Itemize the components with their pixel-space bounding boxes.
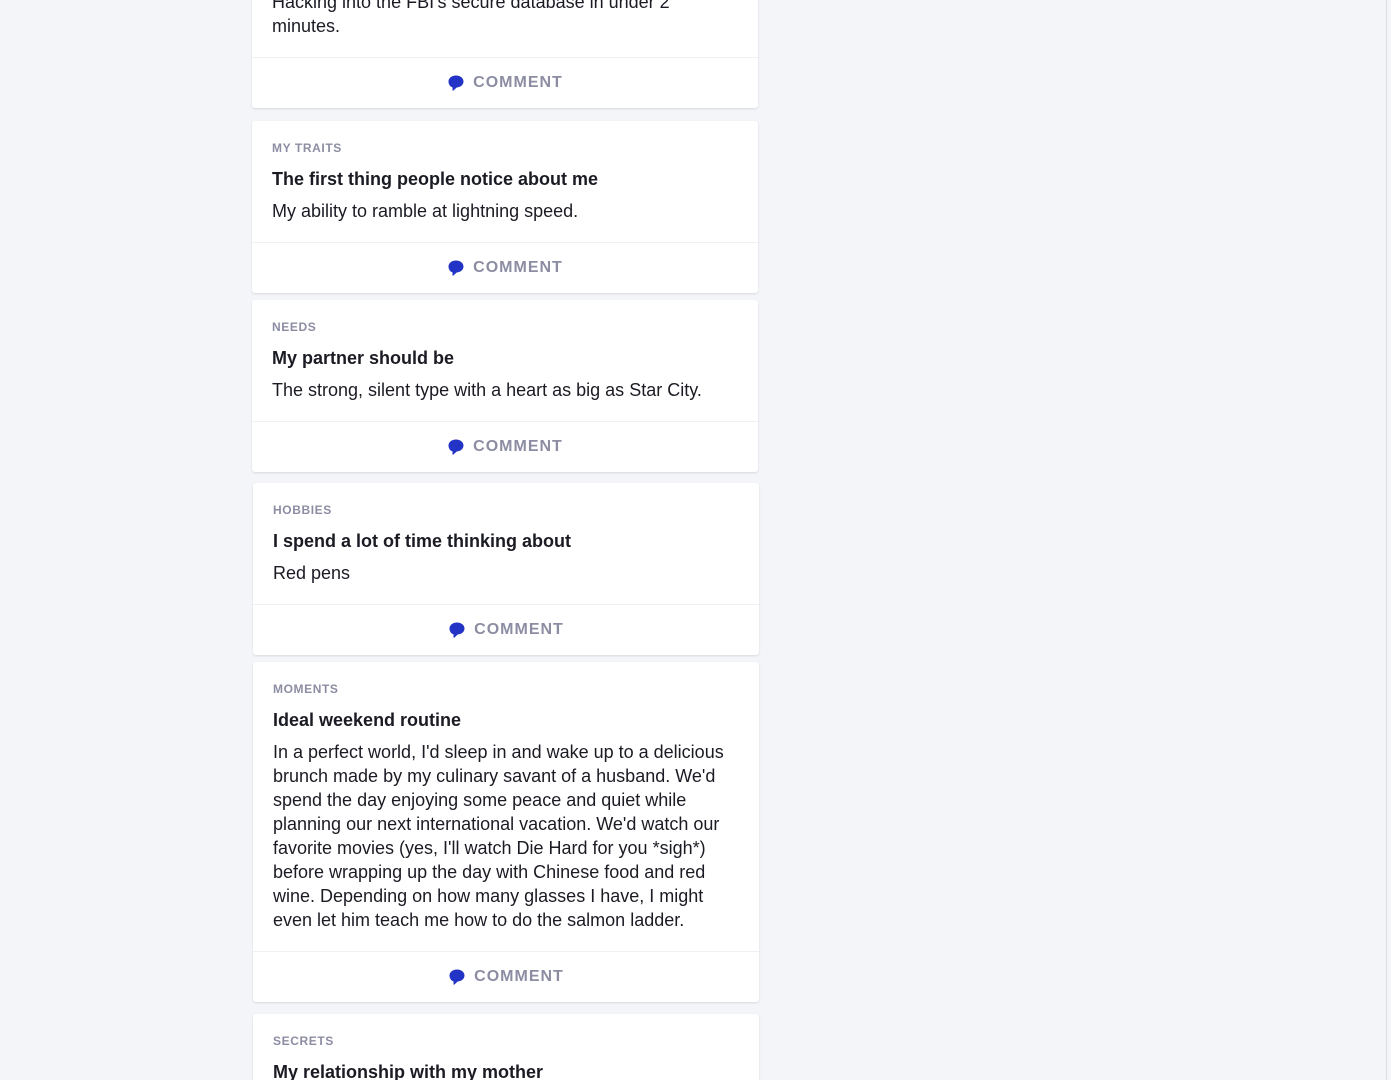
category-label: SECRETS: [273, 1034, 334, 1048]
scrollbar[interactable]: [1386, 0, 1391, 1080]
prompt-heading: Ideal weekend routine: [273, 710, 462, 730]
card-body: MY TRAITS The first thing people notice …: [252, 121, 758, 242]
card-body: HOBBIES I spend a lot of time thinking a…: [253, 483, 759, 604]
comment-label: COMMENT: [474, 968, 564, 985]
profile-answer-card: MY TRAITS The first thing people notice …: [252, 121, 758, 293]
profile-answer-card: Hacking into the FBI's secure database i…: [252, 0, 758, 108]
card-body: NEEDS My partner should be The strong, s…: [252, 300, 758, 421]
card-body: Hacking into the FBI's secure database i…: [252, 0, 758, 57]
answer-text: The strong, silent type with a heart as …: [272, 380, 702, 400]
comment-button[interactable]: COMMENT: [253, 951, 759, 1002]
answer-text: Hacking into the FBI's secure database i…: [272, 0, 670, 36]
category-label: MOMENTS: [273, 682, 339, 696]
answer-text: In a perfect world, I'd sleep in and wak…: [273, 742, 724, 930]
comment-bubble-icon: [449, 622, 465, 638]
category-label: MY TRAITS: [272, 141, 342, 155]
comment-bubble-icon: [448, 439, 464, 455]
prompt-heading: The first thing people notice about me: [272, 169, 599, 189]
prompt-heading: I spend a lot of time thinking about: [273, 531, 571, 551]
card-body: MOMENTS Ideal weekend routine In a perfe…: [253, 662, 759, 951]
category-label: NEEDS: [272, 320, 317, 334]
answer-text: My ability to ramble at lightning speed.: [272, 201, 579, 221]
comment-button[interactable]: COMMENT: [252, 242, 758, 293]
profile-answer-card: SECRETS My relationship with my mother: [253, 1014, 759, 1080]
comment-label: COMMENT: [473, 438, 563, 455]
category-label: HOBBIES: [273, 503, 332, 517]
comment-bubble-icon: [448, 75, 464, 91]
comment-label: COMMENT: [473, 74, 563, 91]
answer-text: Red pens: [273, 563, 351, 583]
comment-button[interactable]: COMMENT: [252, 57, 758, 108]
comment-button[interactable]: COMMENT: [253, 604, 759, 655]
prompt-heading: My partner should be: [272, 348, 455, 368]
comment-label: COMMENT: [473, 259, 563, 276]
comment-bubble-icon: [448, 260, 464, 276]
comment-bubble-icon: [449, 969, 465, 985]
prompt-heading: My relationship with my mother: [273, 1062, 544, 1080]
comment-button[interactable]: COMMENT: [252, 421, 758, 472]
card-body: SECRETS My relationship with my mother: [253, 1014, 759, 1080]
profile-answer-card: NEEDS My partner should be The strong, s…: [252, 300, 758, 472]
profile-answer-card: HOBBIES I spend a lot of time thinking a…: [253, 483, 759, 655]
comment-label: COMMENT: [474, 621, 564, 638]
profile-answer-card: MOMENTS Ideal weekend routine In a perfe…: [253, 662, 759, 1002]
